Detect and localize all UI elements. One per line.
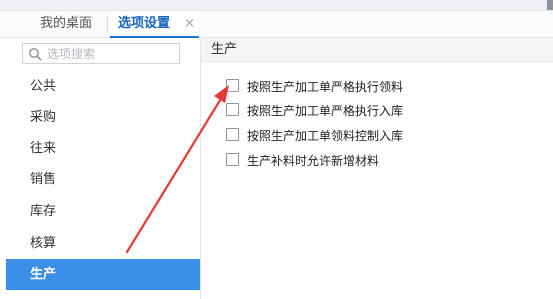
search-icon [29,48,42,61]
options-sidebar: 公共 采购 往来 销售 库存 核算 生产 [0,38,201,299]
tab-bar: 我的桌面 选项设置 × [0,11,553,38]
checkbox-icon[interactable] [226,103,239,116]
option-search-box[interactable] [22,43,180,64]
tab-my-desktop[interactable]: 我的桌面 [40,11,92,37]
checkbox-icon[interactable] [226,79,239,92]
tab-option-settings-label: 选项设置 [118,16,171,31]
sidebar-item-sales[interactable]: 销售 [6,164,200,195]
option-label: 按照生产加工单严格执行领料 [247,80,404,94]
option-label: 按照生产加工单领料控制入库 [247,129,404,143]
panel-header: 生产 [201,38,553,62]
sidebar-item-purchase[interactable]: 采购 [6,102,200,133]
sidebar-item-common[interactable]: 公共 [6,71,200,102]
sidebar-item-accounts[interactable]: 往来 [6,133,200,164]
option-label: 生产补料时允许新增材料 [247,154,380,168]
tab-option-settings[interactable]: 选项设置 × [110,11,199,38]
close-icon[interactable]: × [184,11,195,37]
search-input[interactable] [47,44,177,63]
page-title: 生产 [211,42,238,57]
option-label: 按照生产加工单严格执行入库 [247,104,404,118]
checkbox-icon[interactable] [226,153,239,166]
tab-divider [107,16,108,32]
sidebar-item-production[interactable]: 生产 [6,259,200,290]
checkbox-icon[interactable] [226,128,239,141]
window-top-strip [0,0,553,11]
sidebar-item-accounting[interactable]: 核算 [6,228,200,259]
window-corner [547,0,553,10]
sidebar-item-inventory[interactable]: 库存 [6,196,200,227]
